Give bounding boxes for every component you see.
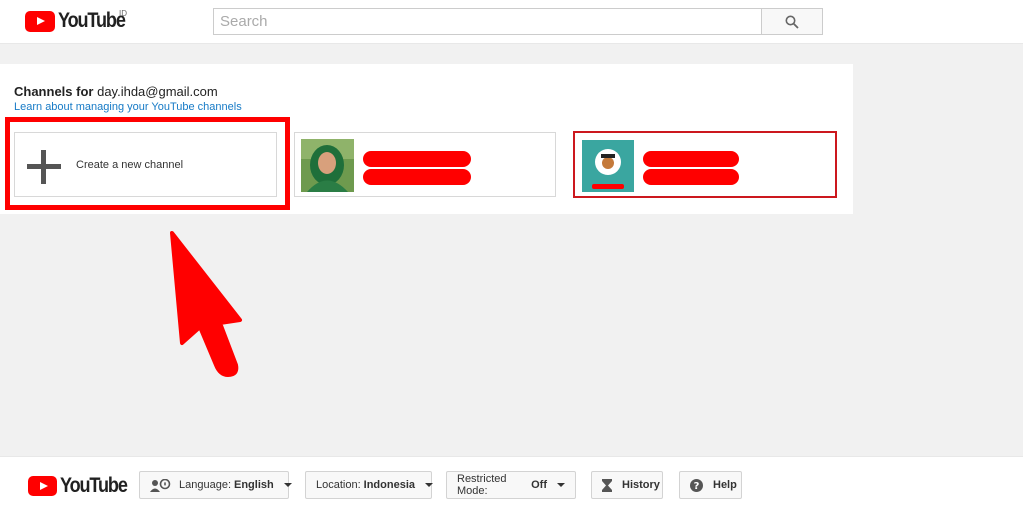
history-label: History <box>622 479 660 491</box>
channel-tile-2[interactable] <box>573 131 837 198</box>
history-icon <box>602 478 612 492</box>
history-button[interactable]: History <box>591 471 663 499</box>
search-icon <box>785 15 799 29</box>
svg-text:?: ? <box>694 481 700 492</box>
chevron-down-icon <box>557 483 565 487</box>
help-label: Help <box>713 479 737 491</box>
region-code: ID <box>119 9 127 18</box>
help-icon: ? <box>690 478 703 492</box>
location-value: Indonesia <box>363 479 415 491</box>
channel-avatar-2 <box>582 140 634 192</box>
create-channel-label: Create a new channel <box>76 159 184 171</box>
title-prefix: Channels for <box>14 84 94 99</box>
footer-logo-text: YouTube <box>60 474 128 497</box>
plus-icon <box>27 150 61 184</box>
language-value: English <box>234 479 274 491</box>
top-header: YouTube ID <box>0 0 1023 44</box>
search-bar <box>213 8 823 35</box>
channels-card: Channels for day.ihda@gmail.com Learn ab… <box>0 64 853 214</box>
restricted-mode-value: Off <box>531 479 547 491</box>
redacted-channel-name-2 <box>643 151 739 185</box>
chevron-down-icon <box>425 483 433 487</box>
footer-youtube-logo[interactable]: YouTube <box>28 474 138 498</box>
page-title: Channels for day.ihda@gmail.com <box>14 84 218 99</box>
channel-tile-1[interactable] <box>294 132 556 197</box>
location-label: Location: <box>316 479 361 491</box>
location-dropdown[interactable]: Location: Indonesia <box>305 471 433 499</box>
restricted-mode-label: Restricted Mode: <box>457 473 507 497</box>
youtube-logo-icon <box>25 10 55 32</box>
channel-avatar-1 <box>301 139 354 192</box>
restricted-mode-dropdown[interactable]: Restricted Mode: Off <box>446 471 576 499</box>
learn-managing-channels-link[interactable]: Learn about managing your YouTube channe… <box>14 101 242 113</box>
account-email: day.ihda@gmail.com <box>97 84 218 99</box>
search-input[interactable] <box>213 8 761 35</box>
chevron-down-icon <box>283 483 292 487</box>
youtube-logo[interactable]: YouTube ID <box>25 9 136 33</box>
footer: YouTube Language: English Location: Indo… <box>0 456 1023 507</box>
help-button[interactable]: ? Help <box>679 471 742 499</box>
language-label: Language: <box>179 479 231 491</box>
redacted-channel-name-1 <box>363 151 471 185</box>
language-dropdown[interactable]: Language: English <box>139 471 292 499</box>
youtube-logo-icon <box>28 476 57 496</box>
create-channel-button[interactable]: Create a new channel <box>14 132 277 197</box>
search-button[interactable] <box>761 8 823 35</box>
annotation-arrow-icon <box>170 231 242 377</box>
logo-text: YouTube <box>58 9 126 32</box>
language-icon <box>150 478 172 492</box>
